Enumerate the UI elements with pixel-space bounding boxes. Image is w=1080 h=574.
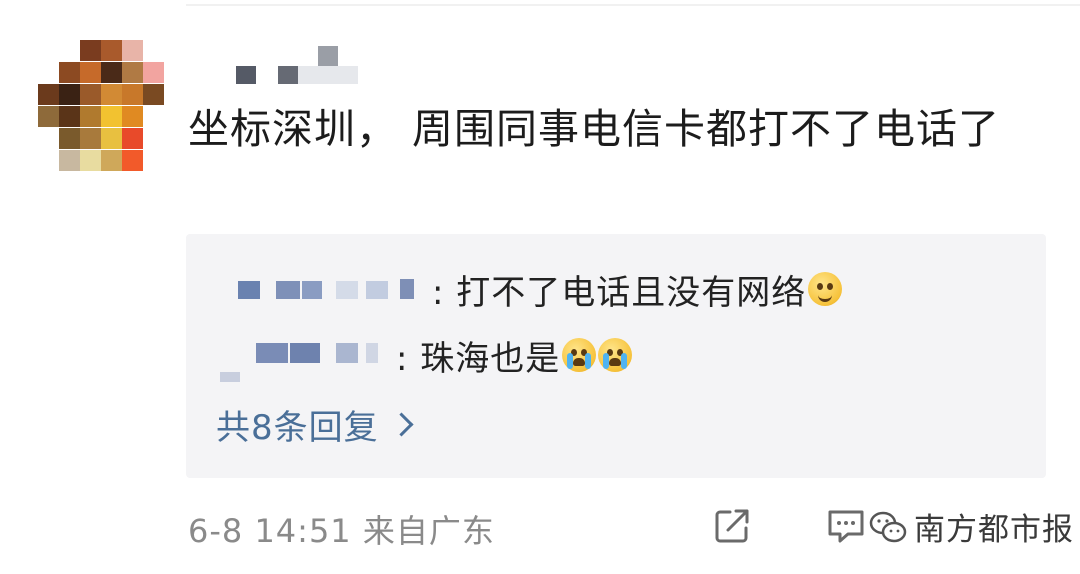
reply-row[interactable]: : 打不了电话且没有网络 [186,264,843,314]
avatar-pixel [143,84,164,105]
avatar-pixel [80,150,101,171]
reply-row[interactable]: : 珠海也是 [186,330,633,382]
mask-pixel [318,46,338,66]
watermark: 南方都市报 [868,504,1074,549]
mask-pixel [256,343,288,363]
mask-pixel [366,343,378,363]
mask-pixel [290,343,320,363]
mask-pixel [236,66,256,84]
avatar-pixel [122,84,143,105]
avatar-pixel [101,40,122,61]
wechat-logo-icon [869,511,907,542]
chevron-right-icon [389,412,414,437]
mask-pixel [220,372,240,382]
reply-count-label: 共8条回复 [216,408,379,448]
avatar-pixel [143,62,164,83]
avatar-pixel [59,106,80,127]
avatar-pixel [122,150,143,171]
avatar-pixel [38,84,59,105]
mask-pixel [278,66,298,84]
avatar-pixel [122,40,143,61]
share-icon[interactable] [712,506,752,546]
avatar-pixel [80,128,101,149]
mask-pixel [400,279,414,299]
avatar-pixel [80,62,101,83]
view-all-replies-link[interactable]: 共8条回复 [216,400,414,449]
mask-pixel [336,343,358,363]
avatar[interactable] [38,40,164,172]
username-masked[interactable] [236,46,366,86]
mask-pixel [366,281,388,299]
mask-pixel [336,281,358,299]
avatar-pixel [122,128,143,149]
comment-text: 坐标深圳， 周围同事电信卡都打不了电话了 [188,105,1001,153]
avatar-pixel [59,84,80,105]
avatar-pixel [59,150,80,171]
crying-emoji-icon [598,338,633,372]
top-divider [186,4,1080,6]
avatar-pixel [122,106,143,127]
avatar-pixel [122,62,143,83]
comment-icon[interactable] [826,506,866,546]
mask-pixel [302,281,322,299]
reply-username-masked[interactable] [186,330,396,382]
mask-pixel [276,281,300,299]
grimace-emoji-icon [808,272,843,306]
watermark-name: 南方都市报 [914,512,1074,548]
avatar-pixel [38,106,59,127]
reply-box[interactable]: : 打不了电话且没有网络 : 珠海也是 共8条回复 [186,234,1046,478]
mask-pixel [238,281,260,299]
avatar-pixel [101,62,122,83]
reply-username-masked[interactable] [186,264,432,314]
reply-text: : 珠海也是 [396,338,561,379]
reply-text: : 打不了电话且没有网络 [432,272,807,313]
avatar-pixel [59,128,80,149]
avatar-pixel [101,84,122,105]
comment-meta: 6-8 14:51 来自广东 [188,512,495,550]
avatar-pixel [101,150,122,171]
avatar-pixel [101,128,122,149]
avatar-pixel [59,62,80,83]
avatar-pixel [101,106,122,127]
crying-emoji-icon [562,338,597,372]
mask-pixel [298,66,358,84]
avatar-pixel [80,106,101,127]
avatar-pixel [80,40,101,61]
avatar-pixel [80,84,101,105]
